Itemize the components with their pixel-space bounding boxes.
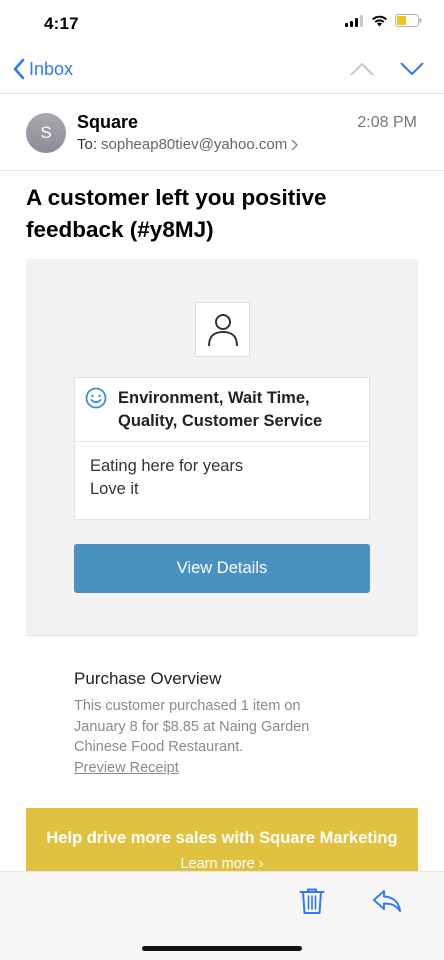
back-chevron-icon bbox=[13, 58, 25, 80]
view-details-button[interactable]: View Details bbox=[74, 544, 370, 593]
promo-title: Help drive more sales with Square Market… bbox=[46, 829, 398, 847]
categories-line-1: Environment, Wait Time, bbox=[118, 389, 310, 407]
feedback-comment: Eating here for years Love it bbox=[90, 455, 243, 501]
purchase-line-1: This customer purchased 1 item on bbox=[74, 698, 301, 714]
preview-receipt-link[interactable]: Preview Receipt bbox=[74, 758, 354, 779]
to-label: To: bbox=[77, 136, 98, 153]
chevron-right-icon bbox=[291, 139, 299, 150]
learn-more-link[interactable]: Learn more › bbox=[26, 856, 418, 872]
feedback-card-area: Environment, Wait Time, Quality, Custome… bbox=[26, 259, 418, 636]
purchase-line-2: January 8 for $8.85 at Naing Garden bbox=[74, 718, 310, 735]
purchase-line-3: Chinese Food Restaurant. bbox=[74, 739, 244, 755]
purchase-title: Purchase Overview bbox=[74, 669, 222, 688]
reply-icon[interactable] bbox=[372, 889, 402, 913]
customer-avatar-box bbox=[195, 302, 250, 357]
avatar: S bbox=[26, 113, 66, 153]
signal-icon bbox=[345, 14, 363, 27]
back-to-inbox-button[interactable]: Inbox bbox=[12, 58, 73, 80]
down-arrow-icon[interactable] bbox=[400, 62, 424, 76]
comment-line-1: Eating here for years bbox=[90, 457, 244, 475]
email-header: S Square To: sopheap80tiev@yahoo.com 2:0… bbox=[0, 105, 444, 171]
sender-name[interactable]: Square bbox=[77, 112, 138, 133]
feedback-box: Environment, Wait Time, Quality, Custome… bbox=[74, 377, 370, 520]
up-arrow-icon[interactable] bbox=[350, 62, 374, 76]
message-navigation bbox=[350, 62, 424, 76]
categories-line-2: Quality, Customer Service bbox=[118, 412, 323, 430]
recipient-address: sopheap80tiev@yahoo.com bbox=[101, 136, 288, 153]
feedback-categories: Environment, Wait Time, Quality, Custome… bbox=[75, 378, 369, 442]
feedback-categories-text: Environment, Wait Time, Quality, Custome… bbox=[118, 387, 363, 433]
recipient-line[interactable]: To: sopheap80tiev@yahoo.com bbox=[77, 136, 299, 153]
home-indicator[interactable] bbox=[142, 946, 302, 951]
status-time: 4:17 bbox=[44, 14, 79, 33]
email-subject: A customer left you positive feedback (#… bbox=[26, 185, 327, 242]
status-icons bbox=[345, 14, 422, 27]
bottom-toolbar bbox=[0, 871, 444, 960]
battery-icon bbox=[395, 14, 422, 27]
person-icon bbox=[207, 313, 238, 346]
nav-bar: Inbox bbox=[0, 48, 444, 94]
purchase-overview: Purchase Overview This customer purchase… bbox=[74, 669, 354, 778]
wifi-icon bbox=[372, 15, 387, 26]
email-time: 2:08 PM bbox=[357, 114, 417, 131]
comment-line-2: Love it bbox=[90, 480, 139, 498]
status-bar: 4:17 bbox=[0, 0, 444, 48]
back-label: Inbox bbox=[29, 58, 74, 79]
smile-icon bbox=[85, 387, 107, 409]
trash-icon[interactable] bbox=[299, 887, 325, 915]
